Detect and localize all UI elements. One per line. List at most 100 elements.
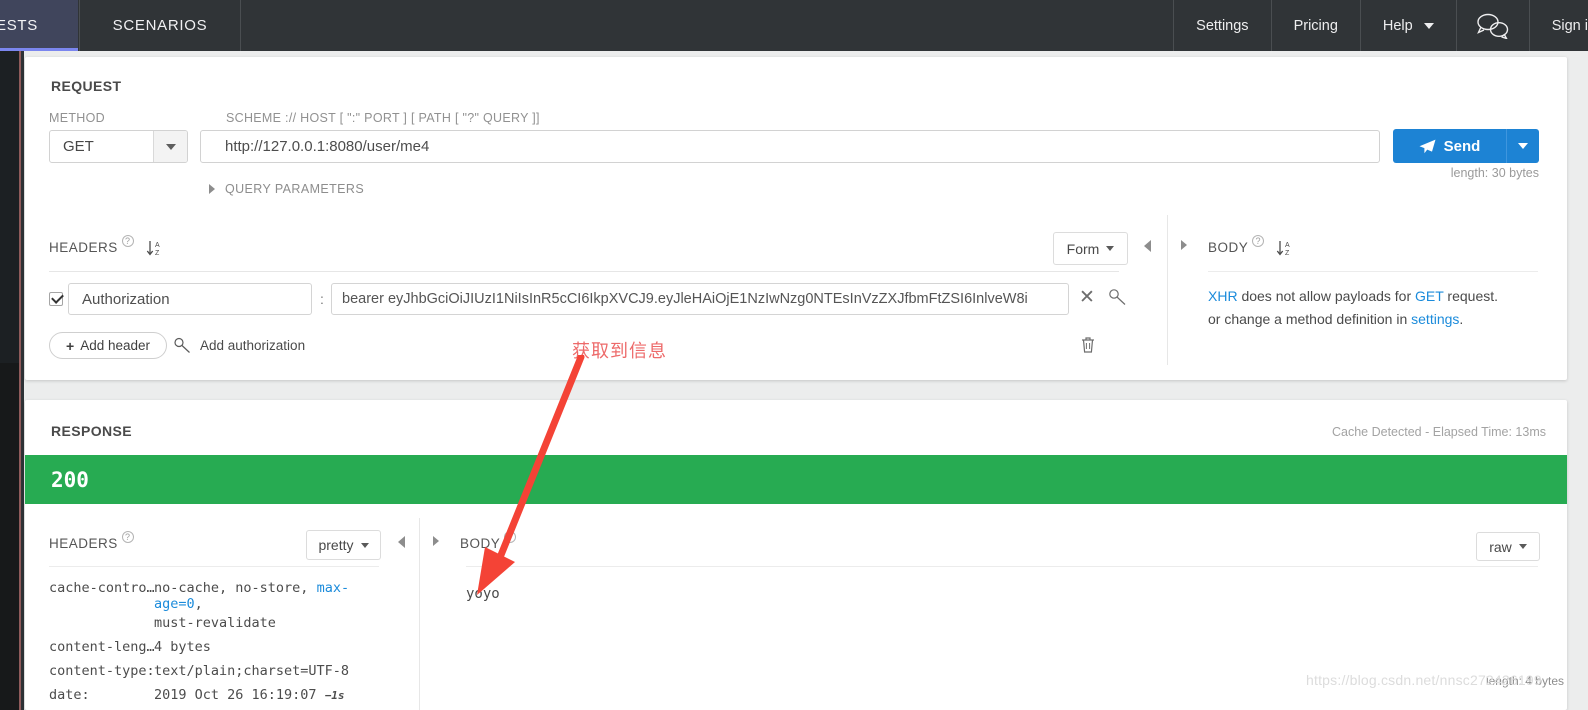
add-authorization-label: Add authorization bbox=[200, 338, 306, 353]
chevron-down-icon bbox=[1518, 544, 1527, 549]
response-header-value: 2019 Oct 26 16:19:07 −1s bbox=[154, 687, 345, 703]
response-header-value-highlight: max-age=0 bbox=[154, 580, 350, 612]
paper-plane-icon bbox=[1419, 139, 1436, 153]
raw-dropdown-label: raw bbox=[1489, 538, 1512, 555]
raw-dropdown[interactable]: raw bbox=[1476, 532, 1540, 561]
question-mark-icon[interactable]: ? bbox=[1252, 235, 1265, 247]
triangle-left-icon[interactable] bbox=[398, 536, 405, 548]
nav-item-help[interactable]: Help bbox=[1359, 0, 1456, 51]
response-panel-divider bbox=[419, 518, 420, 710]
request-panel-divider bbox=[1167, 215, 1168, 365]
response-header-value: no-cache, no-store, max-age=0, bbox=[154, 580, 350, 612]
triangle-left-icon[interactable] bbox=[1144, 240, 1151, 252]
tab-scenarios[interactable]: SCENARIOS bbox=[79, 0, 241, 51]
response-header-row: content-type: text/plain;charset=UTF-8 bbox=[49, 663, 389, 679]
send-dropdown-arrow[interactable] bbox=[1506, 129, 1539, 163]
nav-settings-label: Settings bbox=[1196, 17, 1249, 34]
svg-text:Z: Z bbox=[1285, 250, 1290, 257]
settings-link[interactable]: settings bbox=[1411, 311, 1459, 327]
nav-item-sign-in[interactable]: Sign i bbox=[1528, 0, 1588, 51]
response-body-header: BODY ? bbox=[460, 531, 517, 551]
nav-pricing-label: Pricing bbox=[1293, 17, 1338, 34]
request-body-divider bbox=[1208, 271, 1538, 272]
nav-help-label: Help bbox=[1382, 17, 1413, 34]
cache-status-text: Cache Detected - Elapsed Time: 13ms bbox=[1332, 425, 1546, 439]
trash-icon[interactable] bbox=[1080, 336, 1096, 354]
xhr-msg-end: request. bbox=[1443, 288, 1499, 304]
tab-tests-active-indicator bbox=[0, 48, 78, 51]
query-parameters-toggle[interactable]: QUERY PARAMETERS bbox=[209, 182, 364, 196]
request-body-label: BODY bbox=[1208, 240, 1249, 255]
url-value: http://127.0.0.1:8080/user/me4 bbox=[225, 138, 430, 155]
url-label: SCHEME :// HOST [ ":" PORT ] [ PATH [ "?… bbox=[226, 111, 540, 125]
response-header-key: date: bbox=[49, 687, 90, 703]
chevron-down-icon bbox=[360, 542, 369, 548]
svg-text:A: A bbox=[155, 242, 160, 249]
chevron-down-icon bbox=[165, 143, 176, 150]
nav-item-settings[interactable]: Settings bbox=[1173, 0, 1270, 51]
response-body-label: BODY bbox=[460, 536, 501, 551]
left-rail-lower bbox=[0, 363, 19, 710]
send-button-main[interactable]: Send bbox=[1393, 129, 1506, 163]
add-authorization-button[interactable]: Add authorization bbox=[173, 337, 305, 354]
request-section-title: REQUEST bbox=[51, 78, 122, 94]
pretty-dropdown-label: pretty bbox=[318, 537, 354, 553]
tab-tests[interactable]: ESTS bbox=[0, 0, 78, 51]
request-headers-divider bbox=[49, 271, 1119, 272]
triangle-right-icon[interactable] bbox=[433, 536, 439, 546]
response-headers-table: cache-contro… no-cache, no-store, max-age… bbox=[49, 580, 389, 710]
send-button-label: Send bbox=[1443, 137, 1481, 155]
nav-item-chat[interactable] bbox=[1455, 0, 1529, 51]
form-dropdown[interactable]: Form bbox=[1053, 232, 1128, 265]
header-value-text: bearer eyJhbGciOiJIUzI1NiIsInR5cCI6IkpXV… bbox=[342, 291, 1028, 307]
header-value-input[interactable]: bearer eyJhbGciOiJIUzI1NiIsInR5cCI6IkpXV… bbox=[331, 283, 1069, 315]
triangle-right-icon bbox=[209, 184, 215, 194]
response-header-value: text/plain;charset=UTF-8 bbox=[154, 663, 350, 679]
url-input[interactable]: http://127.0.0.1:8080/user/me4 bbox=[200, 130, 1380, 163]
svg-text:Z: Z bbox=[155, 250, 160, 257]
header-enabled-checkbox[interactable] bbox=[49, 292, 63, 306]
response-headers-label: HEADERS bbox=[49, 536, 118, 551]
question-mark-icon[interactable]: ? bbox=[504, 531, 517, 543]
response-body-divider bbox=[466, 566, 1538, 567]
tab-tests-label: ESTS bbox=[0, 17, 38, 34]
question-mark-icon[interactable]: ? bbox=[121, 531, 134, 543]
nav-sign-in-label: Sign i bbox=[1551, 17, 1588, 34]
response-headers-header: HEADERS ? bbox=[49, 531, 134, 551]
chevron-down-icon bbox=[1518, 143, 1528, 149]
add-header-button[interactable]: + Add header bbox=[49, 332, 167, 359]
key-icon[interactable] bbox=[1108, 288, 1128, 306]
chevron-down-icon bbox=[1106, 246, 1115, 251]
request-length: length: 30 bytes bbox=[1450, 166, 1539, 180]
request-card bbox=[25, 57, 1567, 380]
xhr-link[interactable]: XHR bbox=[1208, 288, 1238, 304]
request-headers-header: HEADERS ? A Z bbox=[49, 235, 165, 257]
header-separator: : bbox=[320, 291, 324, 307]
header-name-input[interactable]: Authorization bbox=[68, 283, 312, 315]
response-header-row: date: 2019 Oct 26 16:19:07 −1s bbox=[49, 687, 389, 703]
response-body-content: yoyo bbox=[466, 586, 500, 602]
response-header-key: content-type: bbox=[49, 663, 154, 679]
pretty-dropdown[interactable]: pretty bbox=[306, 530, 381, 560]
status-code: 200 bbox=[51, 467, 89, 492]
method-select[interactable]: GET bbox=[49, 130, 188, 163]
chevron-down-icon bbox=[1423, 22, 1434, 29]
response-section-title: RESPONSE bbox=[51, 423, 132, 439]
nav-item-pricing[interactable]: Pricing bbox=[1270, 0, 1360, 51]
settings-msg-post: . bbox=[1459, 311, 1464, 327]
left-rail-divider bbox=[21, 0, 24, 710]
request-body-header: BODY ? A Z bbox=[1208, 235, 1295, 257]
question-mark-icon[interactable]: ? bbox=[121, 235, 134, 247]
sort-alpha-icon[interactable]: A Z bbox=[146, 240, 165, 257]
method-dropdown-arrow[interactable] bbox=[153, 131, 187, 162]
chat-bubbles-icon bbox=[1476, 13, 1508, 39]
plus-icon: + bbox=[66, 337, 75, 354]
add-header-label: Add header bbox=[80, 338, 150, 353]
close-icon[interactable]: ✕ bbox=[1079, 288, 1095, 307]
sort-alpha-icon[interactable]: A Z bbox=[1276, 240, 1295, 257]
response-header-key: content-leng… bbox=[49, 639, 154, 655]
get-link[interactable]: GET bbox=[1415, 288, 1444, 304]
send-button[interactable]: Send bbox=[1393, 129, 1539, 163]
query-parameters-label: QUERY PARAMETERS bbox=[225, 182, 365, 196]
triangle-right-icon[interactable] bbox=[1181, 240, 1187, 250]
